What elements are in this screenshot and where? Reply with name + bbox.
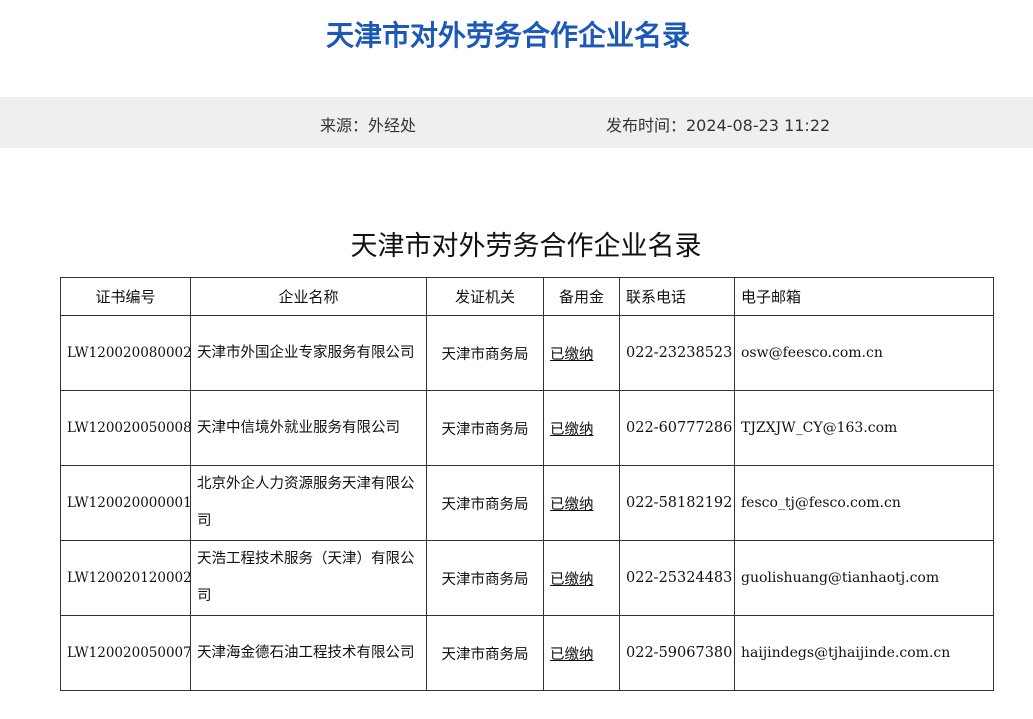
page-title: 天津市对外劳务合作企业名录	[325, 19, 690, 52]
issuer-cell: 天津市商务局	[426, 540, 544, 616]
company-cell: 天津中信境外就业服务有限公司	[190, 390, 427, 466]
company-cell: 北京外企人力资源服务天津有限公司	[190, 465, 427, 541]
email-cell: haijindegs@tjhaijinde.com.cn	[734, 615, 994, 691]
table-row: LW120020050007 天津海金德石油工程技术有限公司 天津市商务局 已缴…	[60, 615, 994, 691]
cert-no-cell: LW120020050007	[60, 615, 191, 691]
table-row: LW120020080002 天津市外国企业专家服务有限公司 天津市商务局 已缴…	[60, 315, 994, 391]
email-cell: osw@feesco.com.cn	[734, 315, 994, 391]
reserve-cell: 已缴纳	[543, 465, 620, 541]
table-header-row: 证书编号 企业名称 发证机关 备用金 联系电话 电子邮箱	[60, 277, 994, 316]
table-row: LW120020120002 天浩工程技术服务（天津）有限公司 天津市商务局 已…	[60, 540, 994, 616]
issuer-cell: 天津市商务局	[426, 390, 544, 466]
publish-time: 发布时间：2024-08-23 11:22	[606, 116, 831, 135]
header-company: 企业名称	[190, 277, 427, 316]
phone-cell: 022-58182192	[619, 465, 735, 541]
cert-no-cell: LW120020120002	[60, 540, 191, 616]
cert-no-cell: LW120020050008	[60, 390, 191, 466]
issuer-cell: 天津市商务局	[426, 315, 544, 391]
reserve-link[interactable]: 已缴纳	[550, 497, 594, 513]
header-cert-no: 证书编号	[60, 277, 191, 316]
reserve-link[interactable]: 已缴纳	[550, 422, 594, 438]
header-phone: 联系电话	[619, 277, 735, 316]
phone-cell: 022-59067380	[619, 615, 735, 691]
phone-cell: 022-60777286	[619, 390, 735, 466]
source-label: 来源：外经处	[320, 116, 417, 135]
phone-cell: 022-25324483	[619, 540, 735, 616]
reserve-link[interactable]: 已缴纳	[550, 347, 594, 363]
company-cell: 天津市外国企业专家服务有限公司	[190, 315, 427, 391]
company-cell: 天津海金德石油工程技术有限公司	[190, 615, 427, 691]
email-cell: TJZXJW_CY@163.com	[734, 390, 994, 466]
cert-no-cell: LW120020000001	[60, 465, 191, 541]
reserve-cell: 已缴纳	[543, 315, 620, 391]
reserve-cell: 已缴纳	[543, 615, 620, 691]
company-cell: 天浩工程技术服务（天津）有限公司	[190, 540, 427, 616]
header-issuer: 发证机关	[426, 277, 544, 316]
cert-no-cell: LW120020080002	[60, 315, 191, 391]
header-reserve: 备用金	[543, 277, 620, 316]
reserve-cell: 已缴纳	[543, 540, 620, 616]
issuer-cell: 天津市商务局	[426, 615, 544, 691]
table-row: LW120020050008 天津中信境外就业服务有限公司 天津市商务局 已缴纳…	[60, 390, 994, 466]
reserve-link[interactable]: 已缴纳	[550, 647, 594, 663]
header-email: 电子邮箱	[734, 277, 994, 316]
reserve-cell: 已缴纳	[543, 390, 620, 466]
email-cell: guolishuang@tianhaotj.com	[734, 540, 994, 616]
table-row: LW120020000001 北京外企人力资源服务天津有限公司 天津市商务局 已…	[60, 465, 994, 541]
document-title: 天津市对外劳务合作企业名录	[350, 231, 702, 262]
article-meta-bar: 来源：外经处 发布时间：2024-08-23 11:22	[0, 97, 1033, 148]
phone-cell: 022-23238523	[619, 315, 735, 391]
issuer-cell: 天津市商务局	[426, 465, 544, 541]
enterprise-table: 证书编号 企业名称 发证机关 备用金 联系电话 电子邮箱 LW120020080…	[60, 277, 994, 691]
email-cell: fesco_tj@fesco.com.cn	[734, 465, 994, 541]
reserve-link[interactable]: 已缴纳	[550, 572, 594, 588]
